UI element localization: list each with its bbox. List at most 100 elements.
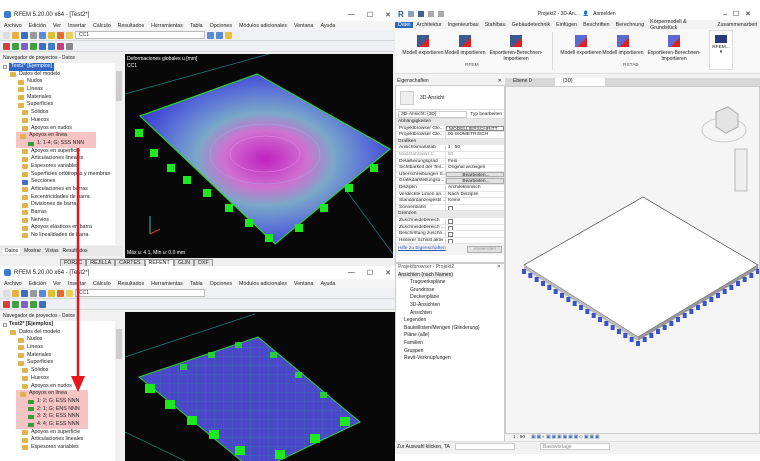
next-icon[interactable] — [216, 31, 223, 39]
tree-support-item[interactable]: 3: 3; G; ESS NNN — [37, 413, 79, 421]
tree-item[interactable]: Materiales — [27, 352, 51, 360]
browser-item[interactable]: Revit-Verknüpfungen — [398, 355, 504, 363]
checkbox[interactable] — [448, 238, 453, 244]
tree-model-data[interactable]: Datos del modelo — [19, 71, 60, 79]
prop-value[interactable]: 1 : 50 — [446, 145, 504, 151]
prop-value[interactable]: Keine — [446, 198, 504, 204]
redo-icon[interactable] — [437, 11, 444, 17]
design-option-select[interactable]: Basisvorlage — [539, 443, 610, 450]
view-select[interactable]: 3D-Ansicht: {3D} — [398, 110, 468, 118]
menu-herramientas[interactable]: Herramientas — [151, 23, 183, 29]
rstab-export-calc-import-button[interactable]: Exportieren-Berechnen-Importieren — [638, 35, 710, 62]
checkbox[interactable] — [448, 205, 453, 211]
open-icon[interactable] — [12, 289, 19, 297]
undo-icon[interactable] — [39, 31, 46, 39]
tree-item[interactable]: Huecos — [31, 117, 49, 125]
browser-item[interactable]: Deckenpläne — [398, 294, 504, 302]
tree-item[interactable]: Secciones — [31, 178, 55, 186]
close-button[interactable]: ✕ — [385, 11, 391, 19]
maximize-button[interactable]: ☐ — [367, 11, 373, 19]
close-button[interactable]: ✕ — [385, 269, 391, 277]
navigation-bar[interactable] — [734, 148, 748, 192]
load-case-select[interactable]: CC1 — [75, 289, 205, 297]
tool-icon[interactable] — [48, 289, 55, 297]
zoom-icon[interactable] — [66, 42, 73, 50]
tab-einfuegen[interactable]: Einfügen — [553, 22, 580, 28]
menu-edicion[interactable]: Edición — [29, 281, 46, 287]
tree-support-item[interactable]: 1: 2; G; ESS NNN — [37, 398, 79, 406]
sign-in[interactable]: Anmelden — [593, 11, 616, 17]
undo-icon[interactable] — [39, 289, 46, 297]
tree-item[interactable]: Líneas — [27, 86, 43, 94]
save-icon[interactable] — [21, 289, 28, 297]
tool-icon[interactable] — [57, 31, 64, 39]
browser-item[interactable]: Tragwerkspläne — [398, 279, 504, 287]
tab-ebene-0[interactable]: Ebene 0 — [505, 78, 555, 86]
viewport-deformations[interactable]: Deformaciones globales u [mm] CC1 Máx u:… — [125, 54, 393, 258]
menu-ventana[interactable]: Ventana — [294, 281, 313, 287]
section-header[interactable]: Abhängigkeiten — [396, 119, 504, 126]
new-icon[interactable] — [3, 31, 10, 39]
prop-value[interactable]: Fein — [446, 159, 504, 165]
support-icon[interactable] — [30, 42, 37, 50]
apply-button[interactable]: Anwenden — [467, 246, 502, 254]
help-link[interactable]: Hilfe zu Eigenschaften — [398, 246, 446, 253]
tab-3d[interactable]: {3D} — [555, 78, 605, 86]
open-icon[interactable] — [12, 31, 19, 39]
navigator-scrollbar[interactable] — [115, 321, 123, 461]
workset-select[interactable] — [454, 443, 515, 450]
tool-icon[interactable] — [48, 31, 55, 39]
menu-modulos[interactable]: Módulos adicionales — [239, 23, 287, 29]
menu-edicion[interactable]: Edición — [29, 23, 46, 29]
tab-datos[interactable]: Datos — [3, 248, 21, 254]
menu-resultados[interactable]: Resultados — [118, 23, 145, 29]
tree-item[interactable]: Sólidos — [31, 109, 48, 117]
node-icon[interactable] — [3, 42, 10, 50]
close-icon[interactable]: ✕ — [498, 78, 505, 84]
menu-ayuda[interactable]: Ayuda — [320, 23, 335, 29]
new-icon[interactable] — [3, 289, 10, 297]
tab-berechnung[interactable]: Berechnung — [613, 22, 648, 28]
prop-value[interactable]: Architektonisch — [446, 185, 504, 191]
line-icon[interactable] — [12, 300, 19, 308]
menu-insertar[interactable]: Insertar — [68, 23, 86, 29]
menu-opciones[interactable]: Opciones — [210, 281, 232, 287]
checkbox[interactable] — [448, 232, 453, 237]
section-header[interactable]: Grenzen — [396, 211, 504, 218]
browser-item[interactable]: Legenden — [398, 317, 504, 325]
open-icon[interactable] — [407, 11, 414, 17]
prop-value[interactable]: MODELLIERSCHRITT — [446, 125, 504, 132]
tab-zusammenarbeit[interactable]: Zusammenarbeit — [714, 22, 760, 28]
surface-icon[interactable] — [39, 300, 46, 308]
view-icon[interactable] — [48, 42, 55, 50]
menu-calculo[interactable]: Cálculo — [93, 23, 111, 29]
prev-icon[interactable] — [207, 31, 214, 39]
view-icon[interactable] — [66, 31, 73, 39]
results-icon[interactable] — [225, 31, 232, 39]
edit-button[interactable]: Bearbeiten... — [446, 178, 504, 184]
edit-type-button[interactable]: Typ bearbeiten — [470, 112, 502, 117]
tree-item[interactable]: Sólidos — [31, 367, 48, 375]
tree-item[interactable]: Superficies — [27, 101, 53, 109]
browser-item[interactable]: Pläne (alle) — [398, 332, 504, 340]
line-icon[interactable] — [12, 42, 19, 50]
prop-value[interactable]: 00 ISOMETRISCH — [446, 132, 504, 138]
menu-calculo[interactable]: Cálculo — [93, 281, 111, 287]
maximize-button[interactable]: ☐ — [367, 269, 373, 277]
menu-herramientas[interactable]: Herramientas — [151, 281, 183, 287]
member-icon[interactable] — [21, 42, 28, 50]
tree-item[interactable]: Articulaciones lineales — [31, 436, 83, 444]
surface-icon[interactable] — [39, 42, 46, 50]
view-scale[interactable]: 1 : 50 — [513, 435, 525, 440]
section-header[interactable]: Grafiken — [396, 138, 504, 146]
checkbox[interactable] — [448, 218, 453, 224]
menu-tabla[interactable]: Tabla — [190, 23, 203, 29]
print-icon[interactable] — [30, 289, 37, 297]
viewport-model[interactable] — [125, 312, 395, 461]
tree-item[interactable]: Líneas — [27, 344, 43, 352]
menu-ventana[interactable]: Ventana — [294, 23, 313, 29]
tree-line-supports[interactable]: Apoyos en línea — [29, 132, 67, 140]
tab-stahlbau[interactable]: Stahlbau — [482, 22, 509, 28]
edit-button[interactable]: Bearbeiten... — [446, 171, 504, 178]
tree-item[interactable]: Superficies — [27, 359, 53, 367]
